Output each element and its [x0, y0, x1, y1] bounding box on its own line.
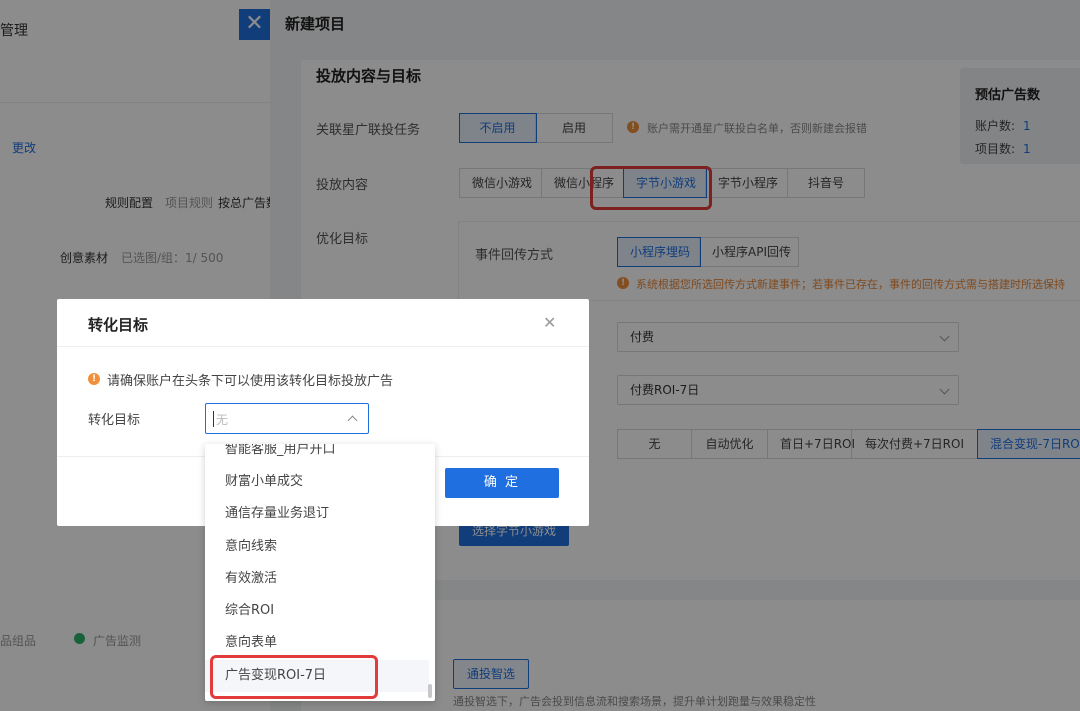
- warning-icon: !: [88, 373, 100, 385]
- conversion-goal-placeholder: 无: [216, 413, 229, 427]
- dropdown-option[interactable]: 意向线索: [205, 531, 429, 563]
- modal-warning: 请确保账户在头条下可以使用该转化目标投放广告: [107, 374, 394, 389]
- dropdown-option[interactable]: 财富小单成交: [205, 466, 429, 498]
- modal-title: 转化目标: [88, 316, 149, 334]
- conversion-goal-dropdown: 智能客服_用户开口 财富小单成交 通信存量业务退订 意向线索 有效激活 综合RO…: [205, 444, 435, 701]
- dropdown-option[interactable]: 通信存量业务退订: [205, 498, 429, 530]
- divider: [57, 346, 589, 347]
- conversion-goal-select[interactable]: 无: [205, 403, 369, 434]
- dropdown-option[interactable]: 有效激活: [205, 563, 429, 595]
- dropdown-option[interactable]: 综合ROI: [205, 595, 429, 627]
- dropdown-scrollbar[interactable]: [428, 684, 432, 698]
- modal-close-button[interactable]: ✕: [543, 313, 556, 332]
- dropdown-option-ad-roi[interactable]: 广告变现ROI-7日: [205, 660, 429, 692]
- dropdown-option[interactable]: 智能客服_用户开口: [205, 444, 429, 466]
- dropdown-option[interactable]: 意向表单: [205, 627, 429, 659]
- confirm-button[interactable]: 确 定: [445, 468, 559, 498]
- close-icon: ✕: [543, 313, 557, 332]
- text-caret: [213, 411, 214, 427]
- chevron-up-icon: [347, 415, 358, 426]
- conversion-goal-label: 转化目标: [88, 413, 141, 428]
